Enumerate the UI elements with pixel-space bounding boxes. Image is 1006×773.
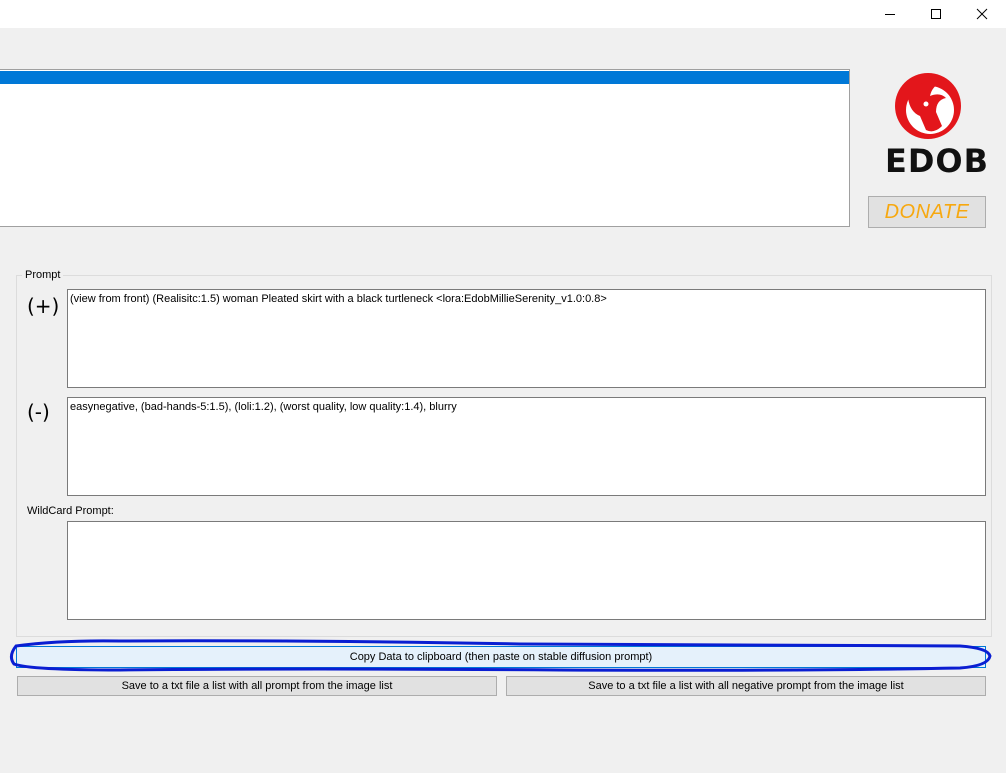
donate-button[interactable]: DONATE [868,196,986,228]
save-negative-prompt-list-button[interactable]: Save to a txt file a list with all negat… [506,676,986,696]
minimize-button[interactable] [867,0,913,28]
copy-to-clipboard-button[interactable]: Copy Data to clipboard (then paste on st… [16,646,986,668]
selected-list-row[interactable] [0,71,849,84]
wildcard-prompt-label: WildCard Prompt: [27,505,114,517]
positive-prompt-textbox[interactable]: (view from front) (Realisitc:1.5) woman … [67,289,986,388]
close-button[interactable] [959,0,1005,28]
logo-text: EDOB [885,142,990,180]
minimize-icon [885,14,895,15]
prompt-group-label: Prompt [22,269,64,281]
image-list[interactable] [0,69,850,227]
title-bar [0,0,1006,28]
close-icon [976,8,988,20]
negative-sign: (-) [27,400,50,424]
maximize-button[interactable] [913,0,959,28]
negative-prompt-textbox[interactable]: easynegative, (bad-hands-5:1.5), (loli:1… [67,397,986,496]
positive-sign: (+) [27,294,60,318]
edob-logo: EDOB [880,68,988,180]
save-prompt-list-button[interactable]: Save to a txt file a list with all promp… [17,676,497,696]
wildcard-prompt-textbox[interactable] [67,521,986,620]
maximize-icon [931,9,941,19]
